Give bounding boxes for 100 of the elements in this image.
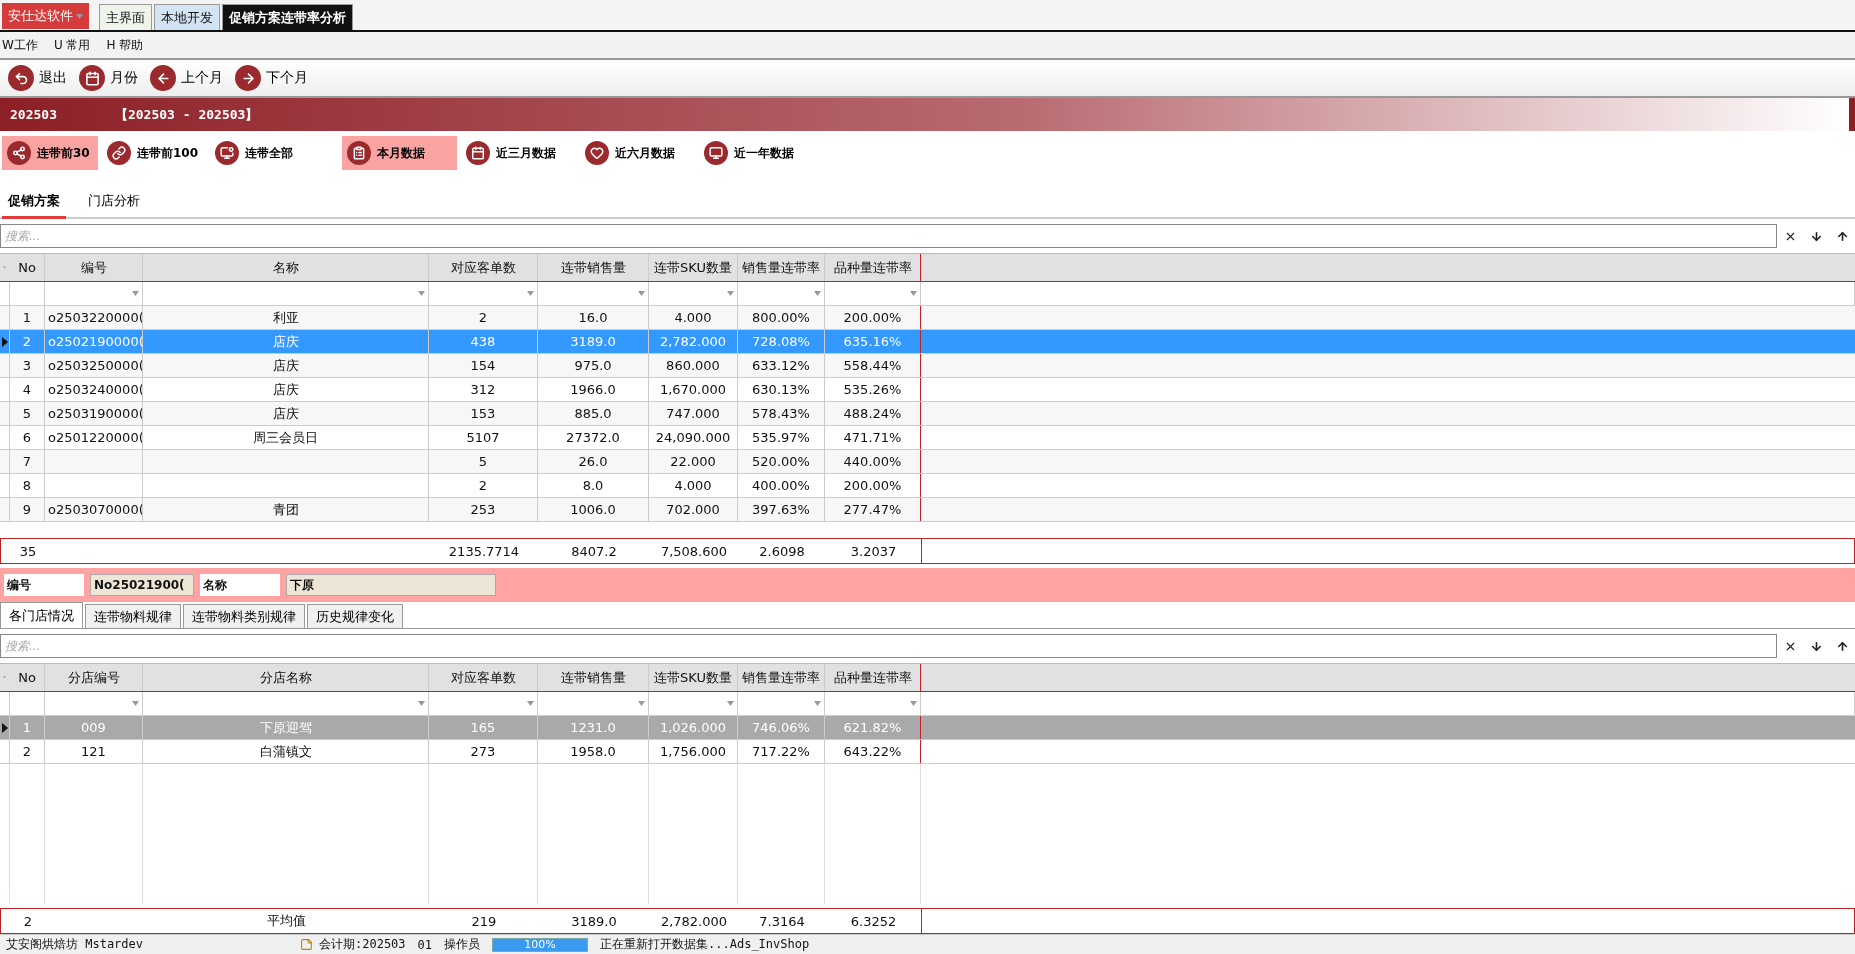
table-row[interactable]: 7 5 26.0 22.000 520.00% 440.00% — [0, 450, 1855, 474]
table-cell: 1006.0 — [538, 498, 649, 521]
table-cell: 885.0 — [538, 402, 649, 425]
filter-dropdown-icon[interactable] — [527, 701, 534, 706]
column-header[interactable]: 连带SKU数量 — [649, 254, 738, 281]
table-row[interactable]: 5 o2503190000( 店庆 153 885.0 747.000 578.43% 488.24% — [0, 402, 1855, 426]
menu-item[interactable]: W工作 — [2, 36, 38, 54]
table-row[interactable]: 2 121 白蒲镇文 273 1958.0 1,756.000 717.22% 643.22% — [0, 740, 1855, 764]
company-label: 艾安阁烘焙坊 Mstardev — [5, 936, 145, 953]
filter-dropdown-icon[interactable] — [910, 701, 917, 706]
table-cell: 009 — [81, 720, 106, 735]
table-cell: 621.82% — [825, 716, 921, 739]
column-header[interactable]: 连带销售量 — [538, 664, 649, 691]
column-header[interactable]: 销售量连带率 — [738, 664, 825, 691]
period-button[interactable]: 本月数据 — [342, 136, 457, 170]
column-header[interactable]: 对应客单数 — [429, 254, 538, 281]
filter-dropdown-icon[interactable] — [814, 701, 821, 706]
tab[interactable]: 连带物料类别规律 — [183, 604, 305, 628]
column-header[interactable]: 品种量连带率 — [825, 664, 921, 691]
filter-dropdown-icon[interactable] — [910, 291, 917, 296]
window-tab[interactable]: 主界面 — [99, 4, 152, 30]
tab[interactable]: 促销方案 — [2, 185, 66, 219]
toolbar-button[interactable]: 上个月 — [148, 65, 225, 91]
toolbar-button[interactable]: 退出 — [6, 65, 69, 91]
app-menu-button[interactable]: 安仕达软件 — [2, 3, 89, 29]
toolbar-button[interactable]: 月份 — [77, 65, 140, 91]
table-cell: 2 — [10, 740, 45, 763]
table-cell: 2,782.000 — [649, 330, 738, 353]
column-header[interactable]: 销售量连带率 — [738, 254, 825, 281]
column-header[interactable]: 品种量连带率 — [825, 254, 921, 281]
column-header[interactable]: 对应客单数 — [429, 664, 538, 691]
caret-icon[interactable] — [76, 13, 83, 19]
filter-dropdown-icon[interactable] — [727, 701, 734, 706]
column-header[interactable]: 名称 — [143, 254, 429, 281]
search-field[interactable]: 搜索... — [0, 224, 1777, 248]
filter-dropdown-icon[interactable] — [638, 291, 645, 296]
filter-dropdown-icon[interactable] — [814, 291, 821, 296]
tab[interactable]: 历史规律变化 — [307, 604, 403, 628]
table-cell: 520.00% — [738, 450, 825, 473]
column-header[interactable]: 连带销售量 — [538, 254, 649, 281]
table-cell: 店庆 — [272, 356, 299, 375]
tab[interactable]: 连带物料规律 — [85, 604, 181, 628]
scope-button[interactable]: 连带前30 — [2, 136, 98, 170]
filter-dropdown-icon[interactable] — [527, 291, 534, 296]
column-header[interactable]: No — [10, 664, 45, 691]
table-cell: 青团 — [272, 500, 299, 519]
table-footer-cell-text: 2135.7714 — [447, 542, 521, 561]
window-tab[interactable]: 本地开发 — [154, 4, 220, 30]
filter-dropdown-icon[interactable] — [418, 701, 425, 706]
window-tab[interactable]: 促销方案连带率分析 — [222, 4, 353, 30]
link-icon — [107, 141, 131, 165]
table-cell: 860.000 — [649, 354, 738, 377]
table-cell: 535.26% — [825, 378, 921, 401]
table-cell: 558.44% — [825, 354, 921, 377]
field-label: 编号 — [4, 574, 84, 596]
filter-dropdown-icon[interactable] — [132, 291, 139, 296]
table-cell: 27372.0 — [538, 426, 649, 449]
table-cell: 店庆 — [272, 332, 299, 351]
table-cell: 22.000 — [649, 450, 738, 473]
screen-chart-icon — [215, 141, 239, 165]
column-header[interactable]: 连带SKU数量 — [649, 664, 738, 691]
table-cell: 165 — [429, 716, 538, 739]
filter-dropdown-icon[interactable] — [132, 701, 139, 706]
toolbar-button[interactable]: 下个月 — [233, 65, 310, 91]
table-row[interactable]: 4 o2503240000( 店庆 312 1966.0 1,670.000 630.13% 535.26% — [0, 378, 1855, 402]
table-cell: 200.00% — [825, 306, 921, 329]
table-row[interactable]: 9 o2503070000( 青团 253 1006.0 702.000 397.63% 277.47% — [0, 498, 1855, 522]
table-cell: 728.08% — [738, 330, 825, 353]
menu-item[interactable]: H 帮助 — [106, 36, 144, 54]
filter-dropdown-icon[interactable] — [418, 291, 425, 296]
column-header[interactable]: 编号 — [45, 254, 143, 281]
table-cell: o2501220000( — [48, 430, 142, 445]
table-cell: 633.12% — [738, 354, 825, 377]
operator-id: 01 — [416, 937, 434, 952]
table-cell: 8 — [10, 474, 45, 497]
column-header[interactable]: 分店编号 — [45, 664, 143, 691]
column-header[interactable]: 分店名称 — [143, 664, 429, 691]
tab[interactable]: 各门店情况 — [0, 602, 83, 628]
calendar-icon — [466, 141, 490, 165]
tab[interactable]: 门店分析 — [82, 185, 146, 219]
table-cell: 16.0 — [538, 306, 649, 329]
table-cell: 1966.0 — [538, 378, 649, 401]
menu-item[interactable]: U 常用 — [53, 36, 91, 54]
table-row[interactable]: 8 2 8.0 4.000 400.00% 200.00% — [0, 474, 1855, 498]
name-field[interactable]: 下原 — [286, 574, 496, 596]
filter-dropdown-icon[interactable] — [727, 291, 734, 296]
table-cell: 635.16% — [825, 330, 921, 353]
table-cell: 535.97% — [738, 426, 825, 449]
table-row[interactable]: 6 o2501220000( 周三会员日 5107 27372.0 24,090.000 535.97% 471.71% — [0, 426, 1855, 450]
table-cell: 店庆 — [272, 380, 299, 399]
table-cell: o2503070000( — [48, 502, 142, 517]
table-row[interactable]: 3 o2503250000( 店庆 154 975.0 860.000 633.12% 558.44% — [0, 354, 1855, 378]
filter-dropdown-icon[interactable] — [638, 701, 645, 706]
code-field[interactable]: No25021900( — [90, 574, 194, 596]
table-cell: 747.000 — [649, 402, 738, 425]
column-header[interactable]: No — [10, 254, 45, 281]
table-row[interactable]: 1 o2503220000( 利亚 2 16.0 4.000 800.00% 200.00% — [0, 306, 1855, 330]
search-field[interactable]: 搜索... — [0, 634, 1777, 658]
table-cell: 26.0 — [538, 450, 649, 473]
clipboard-icon — [347, 141, 371, 165]
